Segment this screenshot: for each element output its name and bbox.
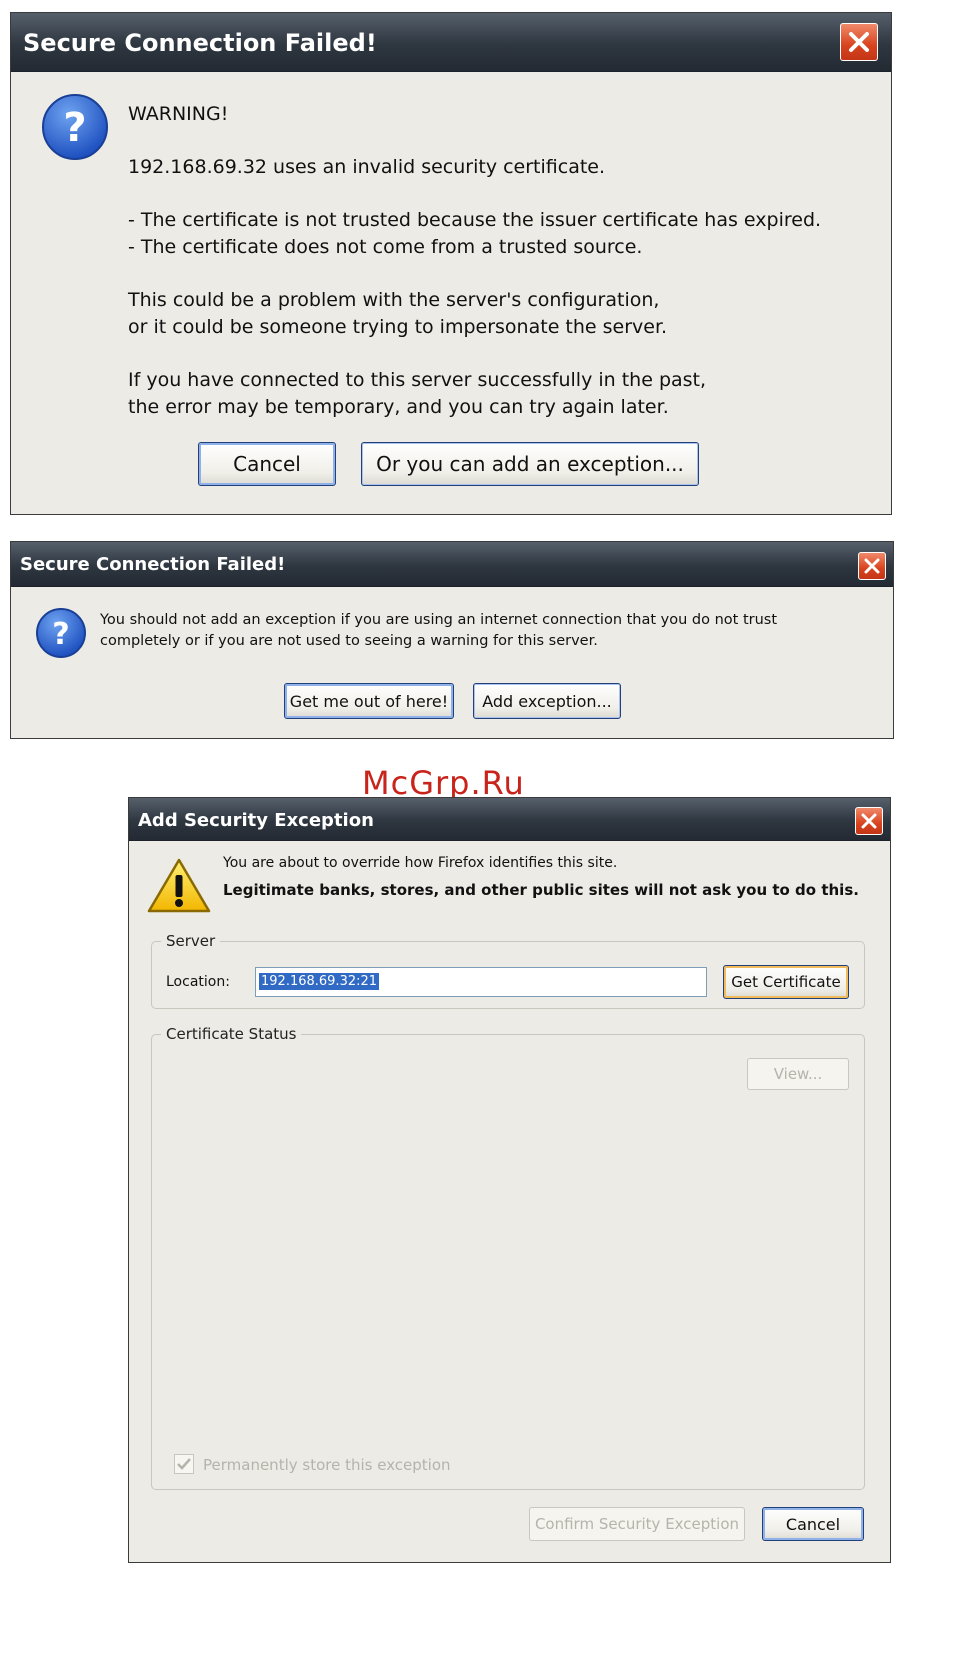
- dialog-title: Secure Connection Failed!: [20, 554, 286, 575]
- titlebar: Secure Connection Failed!: [11, 542, 893, 587]
- cancel-button[interactable]: Cancel: [762, 1507, 864, 1541]
- warning-heading: WARNING!: [128, 103, 229, 125]
- get-certificate-button[interactable]: Get Certificate: [723, 965, 849, 999]
- view-button[interactable]: View...: [747, 1058, 849, 1090]
- svg-text:?: ?: [52, 617, 69, 652]
- close-icon: [849, 32, 869, 52]
- override-warning-line: You are about to override how Firefox id…: [223, 855, 618, 871]
- titlebar: Secure Connection Failed!: [11, 13, 891, 72]
- secure-connection-failed-dialog: Secure Connection Failed! ? WARNING! 192…: [10, 12, 892, 515]
- dialog-title: Secure Connection Failed!: [23, 29, 377, 57]
- location-input-value: 192.168.69.32:21: [259, 973, 380, 990]
- confirm-security-exception-button[interactable]: Confirm Security Exception: [529, 1507, 745, 1541]
- exception-advice-line: completely or if you are not used to see…: [100, 633, 598, 649]
- close-icon: [864, 558, 880, 574]
- svg-text:?: ?: [63, 105, 86, 151]
- close-icon: [861, 813, 877, 829]
- warning-icon: [147, 858, 211, 913]
- secure-connection-failed-dialog: Secure Connection Failed! ? You should n…: [10, 541, 894, 739]
- host-message: 192.168.69.32 uses an invalid security c…: [128, 156, 606, 178]
- cancel-button[interactable]: Cancel: [198, 442, 336, 486]
- add-exception-link-button[interactable]: Or you can add an exception...: [361, 442, 699, 486]
- permanent-store-label: Permanently store this exception: [203, 1456, 451, 1474]
- question-icon: ?: [42, 94, 108, 160]
- exception-advice-line: You should not add an exception if you a…: [100, 612, 778, 628]
- location-input[interactable]: 192.168.69.32:21: [255, 967, 707, 997]
- explanation-line: or it could be someone trying to imperso…: [128, 316, 668, 338]
- permanent-checkbox[interactable]: [174, 1454, 194, 1474]
- certificate-status-group: [151, 1034, 865, 1490]
- dialog-title: Add Security Exception: [138, 810, 374, 831]
- add-security-exception-dialog: Add Security Exception You are about to …: [128, 797, 891, 1563]
- explanation-line: the error may be temporary, and you can …: [128, 396, 669, 418]
- explanation-line: If you have connected to this server suc…: [128, 369, 707, 391]
- close-button[interactable]: [858, 552, 886, 580]
- titlebar: Add Security Exception: [129, 798, 890, 841]
- reason-line: - The certificate is not trusted because…: [128, 209, 822, 231]
- close-button[interactable]: [855, 807, 883, 835]
- explanation-line: This could be a problem with the server'…: [128, 289, 660, 311]
- close-button[interactable]: [840, 23, 878, 61]
- certificate-status-legend: Certificate Status: [161, 1025, 302, 1043]
- reason-line: - The certificate does not come from a t…: [128, 236, 643, 258]
- checkmark-icon: [177, 1458, 191, 1470]
- question-icon: ?: [36, 608, 86, 658]
- location-label: Location:: [166, 974, 230, 990]
- server-legend: Server: [161, 932, 221, 950]
- add-exception-button[interactable]: Add exception...: [473, 683, 621, 719]
- get-me-out-button[interactable]: Get me out of here!: [284, 683, 454, 719]
- override-warning-bold: Legitimate banks, stores, and other publ…: [223, 881, 859, 899]
